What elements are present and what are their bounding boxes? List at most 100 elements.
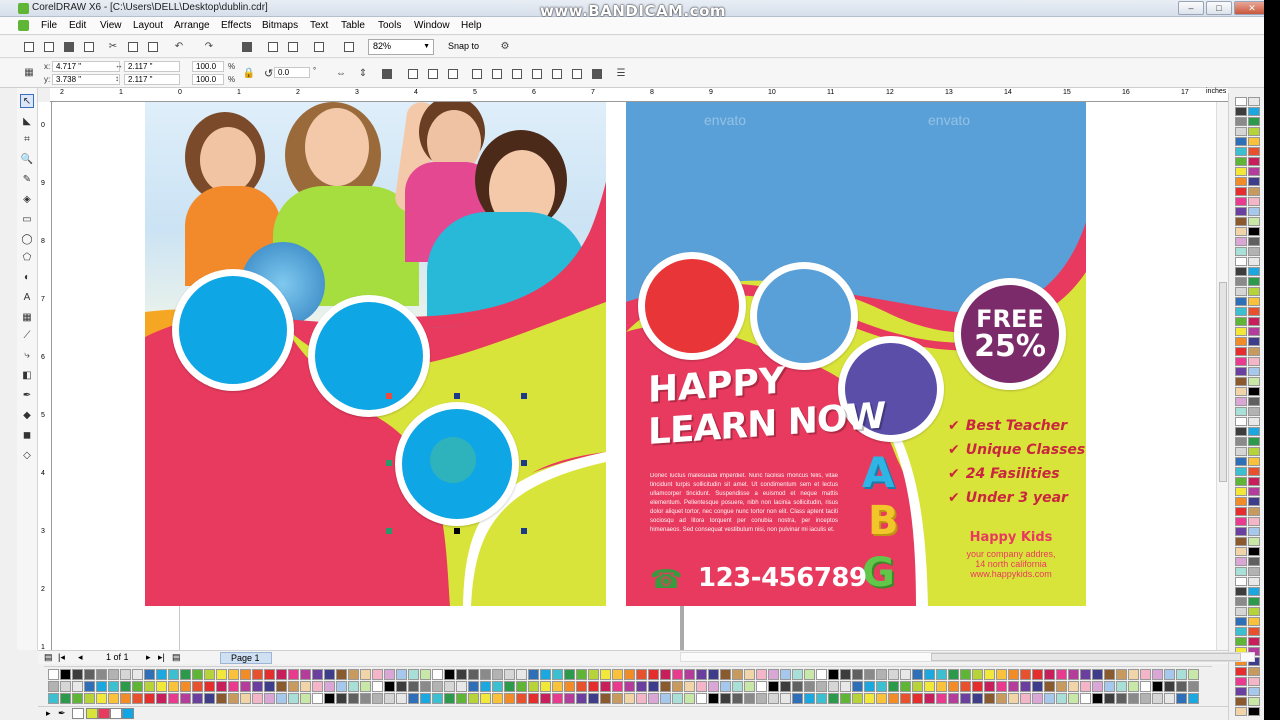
palette-swatch[interactable] [1235, 677, 1247, 686]
document-palette-swatch[interactable] [456, 669, 467, 680]
document-palette-swatch[interactable] [528, 693, 539, 704]
document-palette-swatch[interactable] [972, 681, 983, 692]
document-palette-swatch[interactable] [792, 681, 803, 692]
palette-swatch[interactable] [1248, 317, 1260, 326]
document-palette-swatch[interactable] [240, 669, 251, 680]
vertical-ruler[interactable]: 0987654321 [38, 102, 52, 650]
document-palette-swatch[interactable] [1116, 669, 1127, 680]
white-swatch[interactable] [110, 708, 122, 719]
document-palette-swatch[interactable] [840, 669, 851, 680]
palette-swatch[interactable] [1235, 107, 1247, 116]
document-palette-swatch[interactable] [1092, 669, 1103, 680]
selection-handle-mr[interactable] [521, 460, 527, 466]
palette-swatch[interactable] [1235, 317, 1247, 326]
document-palette-swatch[interactable] [564, 681, 575, 692]
group-icon[interactable] [406, 67, 420, 80]
document-palette-swatch[interactable] [1176, 693, 1187, 704]
selection-handle-tl[interactable] [386, 393, 392, 399]
document-palette-swatch[interactable] [240, 693, 251, 704]
document-palette-swatch[interactable] [660, 669, 671, 680]
palette-swatch[interactable] [1248, 507, 1260, 516]
cut-icon[interactable]: ✂ [106, 40, 120, 53]
document-palette-swatch[interactable] [144, 681, 155, 692]
document-palette-swatch[interactable] [948, 693, 959, 704]
palette-swatch[interactable] [1235, 397, 1247, 406]
document-palette-swatch[interactable] [852, 669, 863, 680]
document-palette-swatch[interactable] [588, 681, 599, 692]
document-palette-swatch[interactable] [204, 669, 215, 680]
document-palette-swatch[interactable] [852, 693, 863, 704]
document-palette-swatch[interactable] [72, 669, 83, 680]
document-palette-swatch[interactable] [1140, 681, 1151, 692]
document-palette-swatch[interactable] [936, 669, 947, 680]
free-discount-badge[interactable]: FREE 25% [954, 278, 1066, 390]
document-palette-swatch[interactable] [384, 669, 395, 680]
palette-swatch[interactable] [1235, 407, 1247, 416]
palette-swatch[interactable] [1248, 297, 1260, 306]
menu-edit[interactable]: Edit [69, 20, 86, 31]
palette-swatch[interactable] [1248, 367, 1260, 376]
palette-swatch[interactable] [1235, 597, 1247, 606]
document-palette-swatch[interactable] [132, 681, 143, 692]
document-palette-swatch[interactable] [1152, 669, 1163, 680]
last-page-icon[interactable]: ▸| [158, 652, 165, 663]
lime-swatch[interactable] [86, 708, 98, 719]
document-palette-swatch[interactable] [1188, 693, 1199, 704]
document-palette-swatch[interactable] [384, 693, 395, 704]
document-palette-swatch[interactable] [1020, 669, 1031, 680]
document-palette-swatch[interactable] [864, 693, 875, 704]
palette-swatch[interactable] [1248, 267, 1260, 276]
document-palette-swatch[interactable] [612, 693, 623, 704]
document-palette-swatch[interactable] [828, 693, 839, 704]
palette-swatch[interactable] [1235, 547, 1247, 556]
document-palette-swatch[interactable] [804, 681, 815, 692]
x-position-field[interactable]: 4.717 " [52, 61, 120, 72]
palette-swatch[interactable] [1248, 457, 1260, 466]
document-palette-swatch[interactable] [552, 693, 563, 704]
document-palette-swatch[interactable] [480, 681, 491, 692]
document-palette-swatch[interactable] [756, 693, 767, 704]
document-palette-swatch[interactable] [468, 693, 479, 704]
palette-swatch[interactable] [1248, 587, 1260, 596]
table-tool-icon[interactable]: ▦ [20, 310, 34, 324]
palette-swatch[interactable] [1248, 687, 1260, 696]
palette-swatch[interactable] [1235, 497, 1247, 506]
crop-tool-icon[interactable]: ⌗ [20, 132, 34, 146]
palette-swatch[interactable] [1235, 617, 1247, 626]
document-palette-swatch[interactable] [900, 669, 911, 680]
document-palette-swatch[interactable] [768, 669, 779, 680]
document-palette-swatch[interactable] [924, 681, 935, 692]
document-palette-swatch[interactable] [648, 693, 659, 704]
document-palette-swatch[interactable] [552, 681, 563, 692]
document-palette-swatch[interactable] [708, 681, 719, 692]
palette-swatch[interactable] [1248, 567, 1260, 576]
flyer-back-page[interactable]: envato envato FREE 25% HAPPY LEARN NOW D… [626, 102, 1086, 606]
menu-help[interactable]: Help [461, 20, 482, 31]
red-circle[interactable] [638, 252, 746, 360]
document-palette-swatch[interactable] [372, 681, 383, 692]
welcome-screen-icon[interactable] [342, 40, 356, 53]
document-palette-swatch[interactable] [1056, 693, 1067, 704]
document-palette-swatch[interactable] [780, 693, 791, 704]
document-palette-swatch[interactable] [672, 693, 683, 704]
document-palette-swatch[interactable] [432, 669, 443, 680]
undo-icon[interactable]: ↶ [172, 40, 186, 53]
document-palette-swatch[interactable] [924, 693, 935, 704]
palette-swatch[interactable] [1235, 457, 1247, 466]
document-palette-swatch[interactable] [168, 669, 179, 680]
palette-swatch[interactable] [1248, 497, 1260, 506]
menu-table[interactable]: Table [341, 20, 365, 31]
document-palette-swatch[interactable] [132, 669, 143, 680]
page-settings-icon[interactable]: ▤ [44, 652, 53, 663]
document-palette-swatch[interactable] [1176, 681, 1187, 692]
no-fill-swatch[interactable] [72, 708, 84, 719]
palette-swatch[interactable] [1248, 487, 1260, 496]
palette-swatch[interactable] [1248, 277, 1260, 286]
document-palette-swatch[interactable] [276, 693, 287, 704]
document-palette-swatch[interactable] [396, 681, 407, 692]
document-palette-swatch[interactable] [696, 681, 707, 692]
smart-fill-icon[interactable]: ◈ [20, 192, 34, 206]
palette-swatch[interactable] [1248, 697, 1260, 706]
palette-swatch[interactable] [1248, 407, 1260, 416]
palette-swatch[interactable] [1248, 467, 1260, 476]
